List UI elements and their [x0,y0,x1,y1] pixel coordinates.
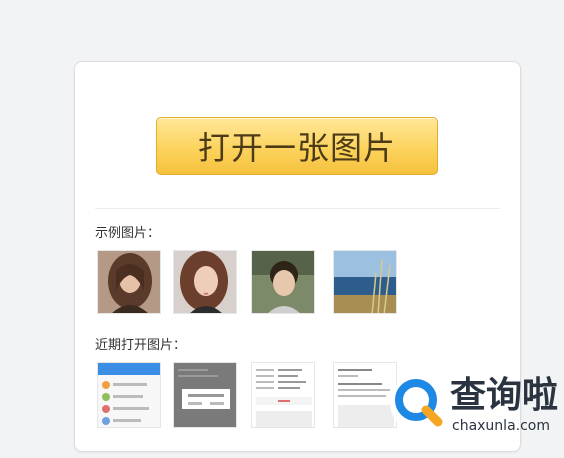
screenshot-image-icon [98,363,160,427]
watermark-name: 查询啦 [450,375,559,416]
sample-image-woman-1[interactable] [97,250,161,314]
recent-image-document[interactable] [333,362,397,428]
recent-image-app-chat[interactable] [97,362,161,428]
section-divider [95,208,500,209]
portrait-image-icon [174,251,236,313]
recent-image-settings-list[interactable] [251,362,315,428]
sample-image-child[interactable] [251,250,315,314]
watermark-domain: chaxunla.com [452,418,550,434]
magnifier-logo-icon [395,379,443,427]
recent-image-dialog[interactable] [173,362,237,428]
sample-images-label: 示例图片： [95,226,161,241]
screenshot-image-icon [334,363,396,427]
portrait-image-icon [98,251,160,313]
recent-images-label: 近期打开图片： [95,338,187,353]
landscape-image-icon [334,251,396,313]
open-image-button[interactable]: 打开一张图片 [156,117,438,175]
portrait-image-icon [252,251,314,313]
screenshot-image-icon [252,363,314,427]
sample-image-woman-2[interactable] [173,250,237,314]
screenshot-image-icon [174,363,236,427]
sample-image-seaside-grass[interactable] [333,250,397,314]
